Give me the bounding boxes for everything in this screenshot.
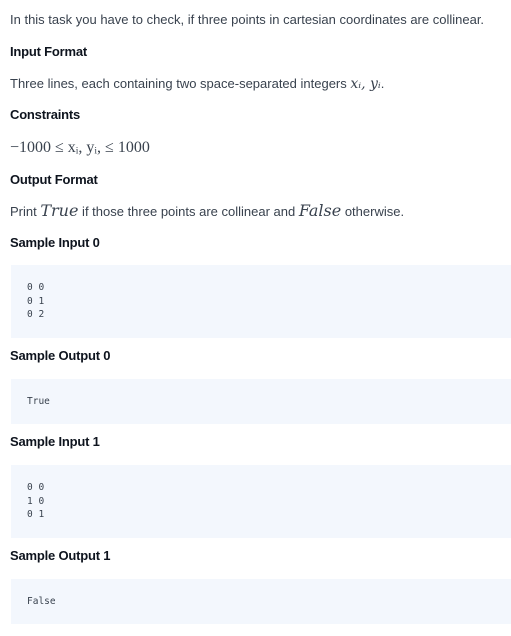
input-format-text: Three lines, each containing two space-s… — [10, 76, 384, 92]
sample-output-1-code: False — [27, 596, 56, 607]
sample-input-1-block: 0 0 1 0 0 1 — [11, 465, 511, 538]
output-post: otherwise. — [341, 204, 405, 219]
input-format-math: xᵢ, yᵢ — [350, 76, 381, 92]
false-math: False — [298, 201, 342, 220]
sample-input-1-heading: Sample Input 1 — [10, 434, 100, 449]
constraints-heading: Constraints — [10, 107, 81, 122]
output-pre: Print — [10, 204, 41, 219]
input-format-desc: Three lines, each containing two space-s… — [10, 76, 351, 91]
sample-input-0-code: 0 0 0 1 0 2 — [27, 282, 45, 320]
output-format-text: Print True if those three points are col… — [10, 203, 404, 220]
true-math: True — [40, 201, 79, 220]
sample-output-0-heading: Sample Output 0 — [10, 348, 111, 363]
sample-input-0-block: 0 0 0 1 0 2 — [11, 265, 511, 338]
sample-output-0-block: True — [11, 379, 511, 424]
sample-output-1-heading: Sample Output 1 — [10, 548, 111, 563]
output-mid: if those three points are collinear and — [78, 204, 299, 219]
output-format-heading: Output Format — [10, 172, 98, 187]
constraints-math: −1000 ≤ xᵢ, yᵢ, ≤ 1000 — [10, 139, 150, 156]
input-format-end: . — [380, 76, 385, 91]
sample-input-1-code: 0 0 1 0 0 1 — [27, 482, 45, 520]
sample-output-0-code: True — [27, 396, 50, 407]
intro-text: In this task you have to check, if three… — [10, 12, 485, 27]
sample-input-0-heading: Sample Input 0 — [10, 235, 100, 250]
input-format-heading: Input Format — [10, 44, 88, 59]
sample-output-1-block: False — [11, 579, 511, 624]
